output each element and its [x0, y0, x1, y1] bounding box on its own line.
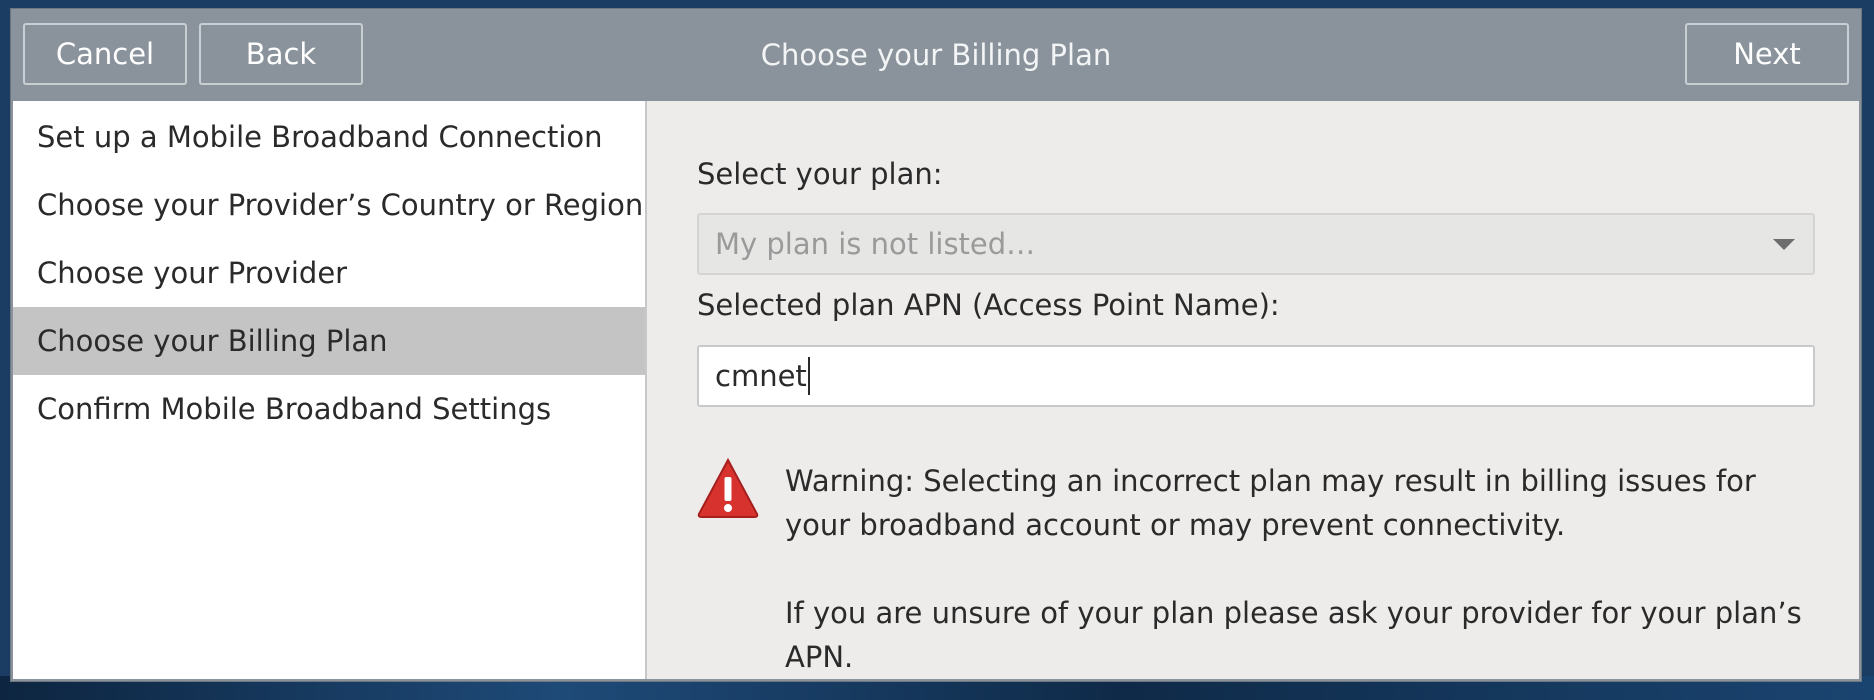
warning-text: Warning: Selecting an incorrect plan may…: [785, 464, 1756, 542]
step-sidebar: Set up a Mobile Broadband Connection Cho…: [13, 101, 647, 679]
apn-input-value: cmnet: [715, 359, 807, 393]
plan-label: Select your plan:: [697, 157, 943, 191]
apn-input[interactable]: cmnet: [697, 345, 1815, 407]
sidebar-item-billing-plan[interactable]: Choose your Billing Plan: [13, 307, 645, 375]
main-panel: Select your plan: My plan is not listed……: [647, 101, 1859, 679]
text-caret: [807, 357, 810, 395]
sidebar-item-label: Choose your Provider: [37, 256, 348, 290]
sidebar-item-provider[interactable]: Choose your Provider: [13, 239, 645, 307]
broadband-wizard-window: Cancel Back Choose your Billing Plan Nex…: [10, 8, 1862, 682]
apn-label: Selected plan APN (Access Point Name):: [697, 288, 1280, 322]
plan-select[interactable]: My plan is not listed…: [697, 213, 1815, 275]
sidebar-item-label: Choose your Billing Plan: [37, 324, 388, 358]
plan-select-value: My plan is not listed…: [715, 227, 1036, 261]
window-header: Cancel Back Choose your Billing Plan Nex…: [11, 9, 1861, 101]
cancel-button[interactable]: Cancel: [23, 23, 187, 85]
warning-message: Warning: Selecting an incorrect plan may…: [785, 459, 1825, 679]
next-button[interactable]: Next: [1685, 23, 1849, 85]
wizard-content: Set up a Mobile Broadband Connection Cho…: [13, 101, 1859, 679]
sidebar-item-label: Choose your Provider’s Country or Region: [37, 188, 644, 222]
warning-triangle-icon: [697, 457, 759, 518]
sidebar-item-country[interactable]: Choose your Provider’s Country or Region: [13, 171, 645, 239]
sidebar-item-label: Confirm Mobile Broadband Settings: [37, 392, 552, 426]
sidebar-item-confirm[interactable]: Confirm Mobile Broadband Settings: [13, 375, 645, 443]
chevron-down-icon: [1773, 239, 1795, 250]
warning-hint-text: If you are unsure of your plan please as…: [785, 596, 1802, 674]
sidebar-item-label: Set up a Mobile Broadband Connection: [37, 120, 603, 154]
back-button[interactable]: Back: [199, 23, 363, 85]
sidebar-item-setup[interactable]: Set up a Mobile Broadband Connection: [13, 103, 645, 171]
